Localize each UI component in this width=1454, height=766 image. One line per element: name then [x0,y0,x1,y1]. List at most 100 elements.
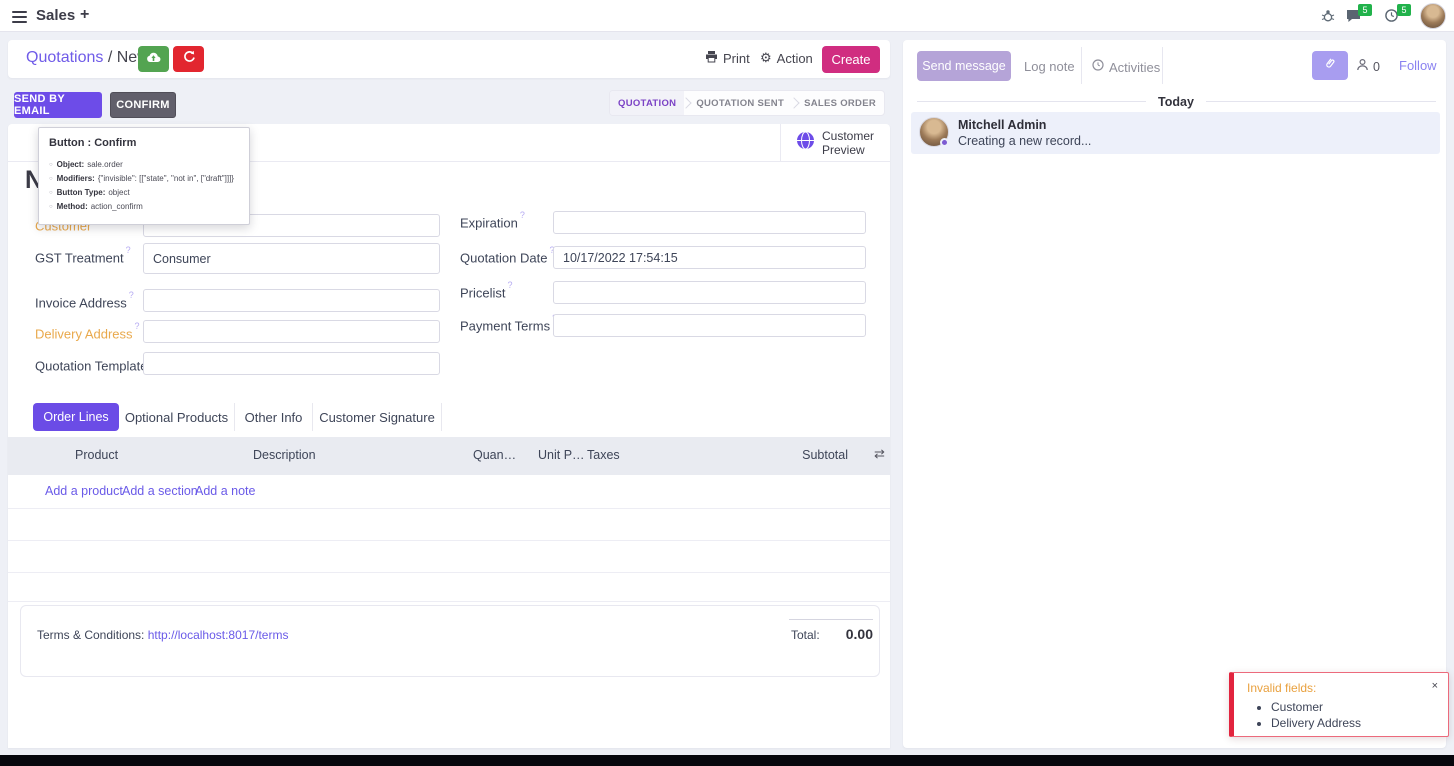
payment-terms-label: Payment Terms? [460,317,557,333]
toast-field-list: Customer Delivery Address [1247,699,1438,731]
statusbar-step-quotation-sent[interactable]: QUOTATION SENT [688,90,792,116]
terms-link[interactable]: http://localhost:8017/terms [148,628,289,642]
invoice-address-input[interactable] [143,289,440,312]
add-a-product-link[interactable]: Add a product [45,484,123,498]
invalid-fields-toast: Invalid fields: × Customer Delivery Addr… [1229,672,1449,737]
message-author[interactable]: Mitchell Admin [958,118,1046,132]
print-button[interactable]: Print [705,50,750,66]
confirm-button-tooltip: Button : Confirm Object:sale.order Modif… [38,127,250,225]
bottom-strip [0,755,1454,766]
payment-terms-input[interactable] [553,314,866,337]
gst-treatment-label: GST Treatment? [35,249,131,265]
tab-other-info[interactable]: Other Info [235,403,313,431]
save-button[interactable] [138,46,169,72]
paperclip-icon [1323,56,1337,75]
confirm-button[interactable]: CONFIRM [110,92,176,118]
help-icon: ? [135,321,140,331]
gear-icon: ⚙ [760,50,772,66]
column-quantity[interactable]: Quan… [473,448,516,462]
add-a-section-link[interactable]: Add a section [122,484,198,498]
quotation-date-input[interactable]: 10/17/2022 17:54:15 [553,246,866,269]
help-icon: ? [508,280,513,290]
add-links-row: Add a product Add a section Add a note [8,475,890,509]
messages-badge: 5 [1358,4,1372,16]
column-unit-price[interactable]: Unit P… [538,448,585,462]
action-label: Action [777,51,813,66]
add-a-note-link[interactable]: Add a note [195,484,255,498]
column-taxes[interactable]: Taxes [587,448,620,462]
optional-columns-icon[interactable]: ⇄ [874,446,885,462]
delivery-address-input[interactable] [143,320,440,343]
follow-button[interactable]: Follow [1399,58,1437,73]
breadcrumb-separator: / [108,49,112,66]
control-panel: Quotations / New Print ⚙ Action Create [8,40,890,78]
toast-field: Delivery Address [1271,715,1438,731]
column-subtotal[interactable]: Subtotal [793,448,848,462]
activities-label: Activities [1109,60,1160,75]
activities-badge: 5 [1397,4,1411,16]
date-divider-line [1206,101,1436,102]
activities-button[interactable]: Activities [1092,58,1160,76]
globe-icon [796,131,815,155]
followers-button[interactable]: 0 [1356,58,1380,76]
cloud-upload-icon [146,50,161,68]
column-product[interactable]: Product [75,448,118,462]
followers-count: 0 [1373,60,1380,74]
empty-table-row [8,573,890,602]
send-by-email-button[interactable]: SEND BY EMAIL [14,92,102,118]
attach-file-button[interactable] [1312,51,1348,80]
statusbar: QUOTATION QUOTATION SENT SALES ORDER [609,90,885,116]
breadcrumb: Quotations / New [26,49,149,67]
presence-dot [940,138,949,147]
user-avatar[interactable] [1420,3,1446,29]
action-button[interactable]: ⚙ Action [760,50,813,66]
debug-bug-icon[interactable] [1321,9,1335,28]
terms-label: Terms & Conditions: [37,628,144,642]
quotation-template-input[interactable] [143,352,440,375]
total-separator [789,619,873,620]
printer-icon [705,50,718,66]
toast-title: Invalid fields: [1247,681,1438,695]
app-title[interactable]: Sales [36,7,75,24]
total-value: 0.00 [827,626,873,642]
new-tab-button[interactable]: + [80,6,89,24]
gst-treatment-input[interactable]: Consumer [143,243,440,274]
undo-icon [182,50,196,68]
date-divider-line [917,101,1146,102]
column-description[interactable]: Description [253,448,316,462]
breadcrumb-quotations-link[interactable]: Quotations [26,49,103,66]
customer-preview-button[interactable]: CustomerPreview [780,124,890,162]
clock-icon [1092,58,1104,76]
send-message-button[interactable]: Send message [917,51,1011,81]
expiration-input[interactable] [553,211,866,234]
tab-order-lines[interactable]: Order Lines [33,403,119,431]
tab-optional-products[interactable]: Optional Products [119,403,235,431]
order-lines-header: Product Description Quan… Unit P… Taxes … [8,437,890,475]
invoice-address-label: Invoice Address? [35,294,134,310]
create-button[interactable]: Create [822,46,880,73]
help-icon: ? [126,245,131,255]
empty-table-row [8,541,890,573]
tooltip-row: Method:action_confirm [49,200,239,214]
tooltip-row: Object:sale.order [49,158,239,172]
discard-button[interactable] [173,46,204,72]
toast-field: Customer [1271,699,1438,715]
tab-customer-signature[interactable]: Customer Signature [313,403,442,431]
message-item[interactable]: Mitchell Admin Creating a new record... [911,112,1440,154]
notes-total-box: Terms & Conditions: http://localhost:801… [20,605,880,677]
message-body: Creating a new record... [958,134,1091,148]
total-label: Total: [791,628,820,642]
person-icon [1356,58,1369,76]
quotation-date-label: Quotation Date? [460,249,554,265]
statusbar-step-sales-order[interactable]: SALES ORDER [796,90,884,116]
pricelist-label: Pricelist? [460,284,513,300]
date-divider: Today [1146,95,1206,109]
help-icon: ? [129,290,134,300]
close-icon[interactable]: × [1432,680,1438,692]
statusbar-step-quotation[interactable]: QUOTATION [610,90,684,116]
hamburger-menu-icon[interactable] [12,8,27,26]
log-note-button[interactable]: Log note [1024,59,1075,74]
empty-table-row [8,509,890,541]
pricelist-input[interactable] [553,281,866,304]
delivery-address-label: Delivery Address? [35,325,140,341]
